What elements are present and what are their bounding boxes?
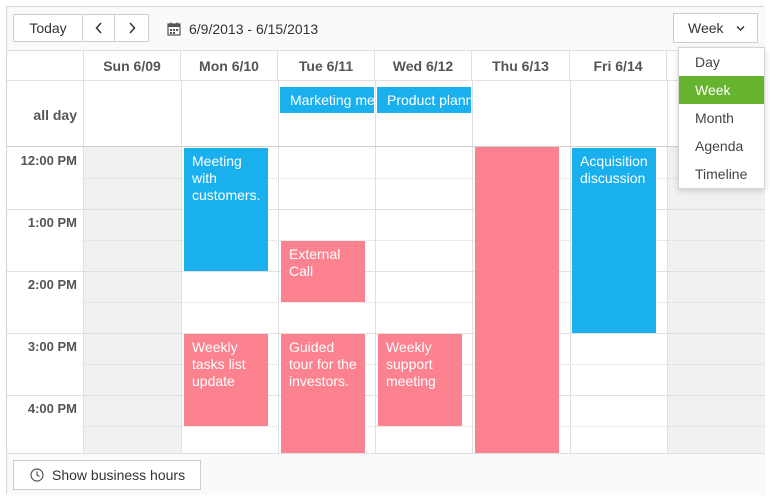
allday-row-divider [7, 146, 765, 147]
sunday-column-shade [84, 147, 181, 453]
show-business-hours-label: Show business hours [52, 467, 186, 483]
view-select[interactable]: Week [673, 13, 758, 43]
chevron-right-icon [128, 22, 136, 34]
saturday-column-shade [667, 147, 765, 453]
grid-line [667, 81, 668, 453]
day-header-mon[interactable]: Mon 6/10 [181, 51, 278, 81]
today-button[interactable]: Today [13, 14, 83, 42]
half-hour-line [84, 302, 765, 303]
time-label: 3:00 PM [27, 339, 77, 354]
day-header-sun[interactable]: Sun 6/09 [84, 51, 181, 81]
grid-line [570, 81, 571, 453]
event-weekly-support[interactable]: Weekly support meeting [378, 334, 462, 426]
view-select-value: Week [688, 20, 724, 36]
chevron-down-icon [736, 26, 745, 31]
previous-button[interactable] [83, 14, 115, 42]
allday-event-product[interactable]: Product planning [377, 87, 471, 113]
day-header-thu[interactable]: Thu 6/13 [472, 51, 570, 81]
day-header-fri[interactable]: Fri 6/14 [570, 51, 667, 81]
half-hour-line [84, 426, 765, 427]
calendar-icon [167, 22, 181, 36]
week-grid: Sun 6/09 Mon 6/10 Tue 6/11 Wed 6/12 Thu … [7, 51, 765, 453]
menu-item-agenda[interactable]: Agenda [679, 132, 764, 160]
show-business-hours-button[interactable]: Show business hours [13, 460, 201, 490]
day-header-tue[interactable]: Tue 6/11 [278, 51, 375, 81]
time-label: 4:00 PM [27, 401, 77, 416]
next-button[interactable] [115, 14, 149, 42]
grid-line [375, 81, 376, 453]
header-corner [7, 51, 84, 81]
menu-item-timeline[interactable]: Timeline [679, 160, 764, 188]
event-meeting-customers[interactable]: Meeting with customers. [184, 148, 268, 271]
grid-line [181, 81, 182, 453]
clock-icon [30, 468, 44, 482]
time-label: 2:00 PM [27, 277, 77, 292]
time-label: 1:00 PM [27, 215, 77, 230]
menu-item-month[interactable]: Month [679, 104, 764, 132]
menu-item-week[interactable]: Week [679, 76, 764, 104]
menu-item-day[interactable]: Day [679, 48, 764, 76]
event-guided-tour[interactable]: Guided tour for the investors. [281, 334, 365, 453]
scheduler: Today 6/9/2013 - 6/15/2013 Week Sun 6/09… [6, 6, 765, 495]
time-label: 12:00 PM [20, 153, 77, 168]
allday-label: all day [33, 107, 77, 123]
view-dropdown-menu: Day Week Month Agenda Timeline [678, 47, 765, 189]
event-external-call[interactable]: External Call [281, 241, 365, 302]
chevron-left-icon [94, 22, 102, 34]
grid-line [83, 81, 84, 453]
allday-event-marketing[interactable]: Marketing meeting [280, 87, 374, 113]
day-header-wed[interactable]: Wed 6/12 [375, 51, 472, 81]
footer: Show business hours [7, 453, 765, 495]
event-thursday[interactable] [475, 147, 559, 453]
date-range-picker[interactable]: 6/9/2013 - 6/15/2013 [167, 19, 318, 39]
date-range-text: 6/9/2013 - 6/15/2013 [189, 21, 319, 37]
grid-line [472, 81, 473, 453]
event-weekly-tasks[interactable]: Weekly tasks list update [184, 334, 268, 426]
grid-line [278, 81, 279, 453]
toolbar: Today 6/9/2013 - 6/15/2013 Week [7, 7, 765, 51]
event-acquisition-discussion[interactable]: Acquisition discussion [572, 148, 656, 333]
